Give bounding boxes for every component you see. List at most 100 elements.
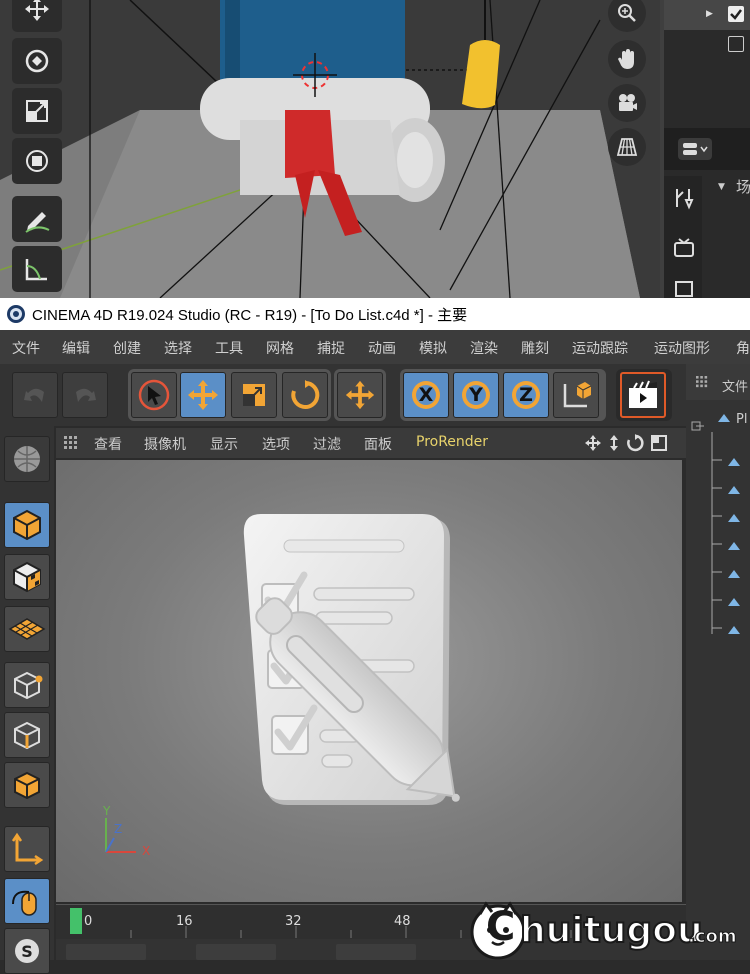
enable-axis-button[interactable] [4, 826, 50, 872]
viewport-maximize-icon[interactable] [650, 434, 668, 452]
watermark-logo: C huitugou .com [468, 900, 750, 960]
outliner-label: 场 [736, 178, 750, 196]
blender-toolbar [0, 0, 72, 298]
outliner-row-selected[interactable]: ▶ [664, 0, 750, 30]
polygons-mode-button[interactable] [4, 762, 50, 808]
camera-view-icon[interactable] [608, 84, 646, 122]
grip-icon[interactable] [696, 376, 708, 388]
checkbox-unchecked-icon[interactable] [728, 36, 744, 52]
viewport-menu-view[interactable]: 查看 [94, 434, 122, 454]
editor-type-icon[interactable] [678, 138, 712, 160]
svg-text:S: S [21, 942, 33, 961]
live-selection-button[interactable] [131, 372, 177, 418]
x-axis-gizmo-label: X [142, 844, 151, 858]
expand-arrow-icon[interactable]: ▶ [706, 9, 713, 19]
menu-motion-tracker[interactable]: 运动跟踪 [572, 338, 628, 358]
viewport-menu-prorender[interactable]: ProRender [416, 434, 488, 450]
rotate-tool-icon[interactable] [12, 38, 62, 84]
z-axis-gizmo-label: Z [114, 822, 123, 836]
object-mode-button[interactable] [4, 502, 50, 548]
viewport-menu-filter[interactable]: 过滤 [313, 434, 341, 454]
viewport-menu-cameras[interactable]: 摄像机 [144, 434, 186, 454]
viewport-menu-display[interactable]: 显示 [210, 434, 238, 454]
properties-tabs [664, 176, 702, 298]
cinema4d-logo-icon [7, 305, 25, 323]
y-axis-gizmo-label: Y [103, 804, 111, 818]
grip-icon[interactable] [64, 436, 78, 450]
properties-header [664, 128, 750, 170]
y-axis-label: Y [469, 384, 483, 406]
menu-select[interactable]: 选择 [164, 338, 192, 358]
menu-snap[interactable]: 捕捉 [317, 338, 345, 358]
viewport-menu-options[interactable]: 选项 [262, 434, 290, 454]
perspective-grid-icon[interactable] [608, 128, 646, 166]
object-tree: Pl [686, 404, 750, 960]
render-view-button[interactable] [620, 372, 666, 418]
blender-3d-viewport[interactable] [0, 0, 660, 298]
todo-list-model [105, 514, 460, 853]
c4d-viewport[interactable]: Y Z X [56, 460, 682, 902]
viewport-move-icon[interactable] [584, 434, 602, 452]
x-axis-label: X [418, 384, 434, 406]
menu-mograph[interactable]: 运动图形 [654, 338, 710, 358]
menu-simulate[interactable]: 模拟 [419, 338, 447, 358]
window-title: CINEMA 4D R19.024 Studio (RC - R19) - [T… [32, 307, 468, 324]
object-name[interactable]: Pl [736, 412, 747, 427]
viewport-rotate-icon[interactable] [626, 434, 644, 452]
menu-sculpt[interactable]: 雕刻 [521, 338, 549, 358]
undo-button[interactable] [12, 372, 58, 418]
pan-hand-icon[interactable] [608, 40, 646, 78]
y-axis-lock-button[interactable]: Y [453, 372, 499, 418]
redo-button[interactable] [62, 372, 108, 418]
viewport-zoom-icon[interactable] [606, 434, 622, 452]
scale-tool-icon[interactable] [12, 88, 62, 134]
viewport-menu-panel[interactable]: 面板 [364, 434, 392, 454]
blender-outliner: ▶ ▼ 场 [664, 0, 750, 298]
move-tool-icon[interactable] [12, 0, 62, 32]
rotate-button[interactable] [282, 372, 328, 418]
render-settings-icon[interactable] [672, 236, 696, 260]
move-button[interactable] [180, 372, 226, 418]
snap-button[interactable]: S [4, 928, 50, 974]
tweak-mode-button[interactable] [4, 878, 50, 924]
menu-character[interactable]: 角 [736, 338, 750, 358]
scale-button[interactable] [231, 372, 277, 418]
watermark-brand: huitugou [519, 909, 704, 952]
menu-create[interactable]: 创建 [113, 338, 141, 358]
z-axis-lock-button[interactable]: Z [503, 372, 549, 418]
texture-mode-button[interactable] [4, 554, 50, 600]
menu-file[interactable]: 文件 [12, 338, 40, 358]
z-axis-label: Z [519, 384, 533, 406]
model-mode-button[interactable] [4, 436, 50, 482]
menu-tools[interactable]: 工具 [215, 338, 243, 358]
object-manager-panel: 文件 Pl [686, 364, 750, 960]
recent-move-button[interactable] [337, 372, 383, 418]
coordinate-system-button[interactable] [553, 372, 599, 418]
viewport-header: 查看 摄像机 显示 选项 过滤 面板 ProRender [56, 428, 686, 458]
blender-window: ▶ ▼ 场 [0, 0, 750, 298]
menu-edit[interactable]: 编辑 [62, 338, 90, 358]
annotate-tool-icon[interactable] [12, 196, 62, 242]
measure-tool-icon[interactable] [12, 246, 62, 292]
edges-mode-button[interactable] [4, 712, 50, 758]
main-menu-bar: 文件 编辑 创建 选择 工具 网格 捕捉 动画 模拟 渲染 雕刻 运动跟踪 运动… [0, 330, 750, 364]
mode-palette: S [0, 426, 54, 974]
output-settings-icon[interactable] [672, 278, 696, 298]
menu-mesh[interactable]: 网格 [266, 338, 294, 358]
object-hierarchy-lines [691, 414, 740, 634]
window-title-bar: CINEMA 4D R19.024 Studio (RC - R19) - [T… [0, 298, 750, 330]
workplane-mode-button[interactable] [4, 606, 50, 652]
main-toolbar: X Y Z [0, 364, 750, 426]
blender-scene [0, 0, 640, 298]
checkbox-checked-icon[interactable] [728, 6, 744, 22]
collapse-arrow-icon[interactable]: ▼ [718, 182, 725, 192]
watermark-c: C [486, 904, 516, 950]
tool-settings-icon[interactable] [672, 186, 696, 210]
menu-render[interactable]: 渲染 [470, 338, 498, 358]
menu-animate[interactable]: 动画 [368, 338, 396, 358]
points-mode-button[interactable] [4, 662, 50, 708]
transform-tool-icon[interactable] [12, 138, 62, 184]
file-menu[interactable]: 文件 [722, 376, 748, 395]
object-manager-header: 文件 [686, 364, 750, 400]
x-axis-lock-button[interactable]: X [403, 372, 449, 418]
